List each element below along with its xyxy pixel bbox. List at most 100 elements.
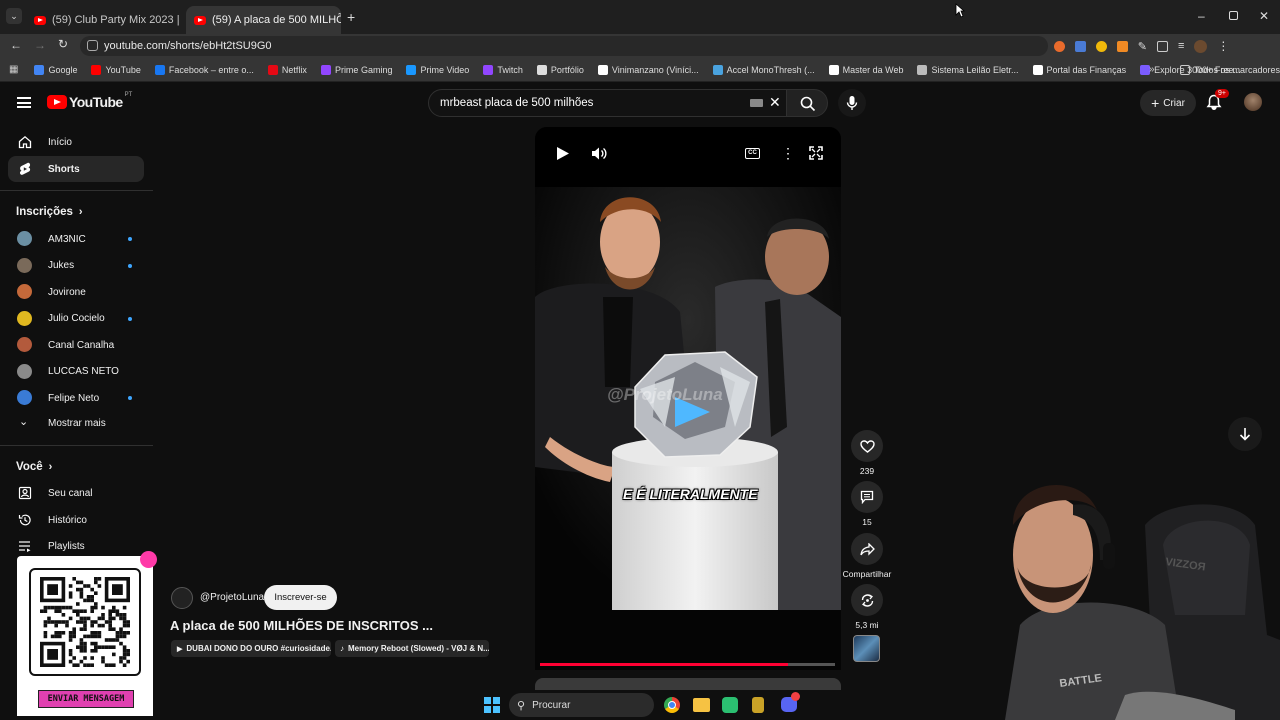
sidebar-item-home[interactable]: Início: [8, 129, 144, 155]
sidebar-subscription-item[interactable]: Jovirone: [8, 279, 144, 305]
heart-icon: [859, 439, 875, 453]
tab-list-button[interactable]: ⌄: [6, 8, 22, 24]
reload-icon[interactable]: ↻: [58, 37, 68, 51]
notifications-button[interactable]: 9+: [1206, 89, 1229, 116]
all-bookmarks[interactable]: Todos os marcadores: [1180, 64, 1280, 75]
sidebar-subscription-item[interactable]: LUCCAS NETO: [8, 359, 144, 385]
bookmark-item[interactable]: Prime Video: [406, 64, 469, 75]
app-taskbar-icon-yellow[interactable]: [752, 697, 764, 713]
minimize-button[interactable]: –: [1198, 9, 1205, 23]
next-video-button[interactable]: [1228, 417, 1262, 451]
voice-search-button[interactable]: [838, 89, 866, 117]
pen-icon[interactable]: ✎: [1138, 40, 1147, 53]
extension-icon-4[interactable]: [1116, 40, 1128, 52]
search-button[interactable]: [786, 89, 828, 117]
extension-icon-3[interactable]: [1095, 40, 1107, 52]
youtube-logo[interactable]: YouTube PT: [47, 92, 132, 110]
address-bar[interactable]: youtube.com/shorts/ebHt2tSU9G0: [80, 36, 1048, 56]
bookmark-favicon-icon: [917, 64, 928, 75]
file-explorer-taskbar-icon[interactable]: [693, 698, 710, 712]
bookmark-item[interactable]: Netflix: [267, 64, 307, 75]
remix-button[interactable]: [851, 584, 883, 616]
captions-button[interactable]: CC: [745, 148, 760, 159]
channel-avatar: [17, 284, 32, 299]
play-button[interactable]: [556, 146, 570, 166]
subscriptions-header[interactable]: Inscrições ›: [16, 206, 83, 218]
sidebar-item-history[interactable]: Histórico: [8, 507, 144, 533]
bookmark-item[interactable]: Google: [34, 64, 77, 75]
more-options-button[interactable]: ⋮: [781, 145, 795, 162]
hamburger-menu-icon[interactable]: [17, 97, 31, 108]
sidebar-subscription-item[interactable]: AM3NIC: [8, 226, 144, 252]
bookmark-item[interactable]: Twitch: [483, 64, 523, 75]
new-tab-button[interactable]: +: [347, 9, 355, 25]
browser-tab-1[interactable]: (59) Club Party Mix 2023 | Mas ✕: [26, 6, 182, 34]
app-taskbar-icon-green[interactable]: [722, 697, 738, 713]
short-title[interactable]: A placa de 500 MILHÕES DE INSCRITOS ...: [170, 618, 433, 633]
search-input[interactable]: mrbeast placa de 500 milhões ✕: [428, 89, 825, 117]
share-button[interactable]: [851, 533, 883, 565]
sidebar-subscription-item[interactable]: Julio Cocielo: [8, 306, 144, 332]
comment-action[interactable]: 15: [850, 481, 884, 527]
comment-button[interactable]: [851, 481, 883, 513]
sidebar-subscription-item[interactable]: Jukes: [8, 253, 144, 279]
maximize-button[interactable]: [1229, 11, 1238, 20]
next-short-preview[interactable]: [535, 678, 841, 690]
remix-action[interactable]: 5,3 mi: [850, 584, 884, 630]
bookmark-item[interactable]: Prime Gaming: [320, 64, 392, 75]
channel-name[interactable]: @ProjetoLuna: [200, 592, 264, 603]
forward-icon[interactable]: →: [34, 38, 46, 52]
music-chip[interactable]: ♪ Memory Reboot (Slowed) - VØJ & N...: [335, 640, 489, 657]
bookmark-item[interactable]: Accel MonoThresh (...: [712, 64, 815, 75]
create-button[interactable]: + Criar: [1140, 90, 1196, 116]
subscribe-button[interactable]: Inscrever-se: [264, 585, 337, 610]
bookmark-item[interactable]: Sistema Leilão Eletr...: [917, 64, 1019, 75]
bookmark-item[interactable]: Portfólio: [536, 64, 584, 75]
send-message-label: ENVIAR MENSAGEM: [47, 694, 125, 704]
media-icon[interactable]: ≡: [1178, 40, 1184, 52]
apps-grid-icon[interactable]: ▦: [9, 64, 18, 75]
like-button[interactable]: [851, 430, 883, 462]
more-bookmarks-icon[interactable]: »: [1149, 64, 1155, 75]
extension-icon-1[interactable]: [1053, 40, 1065, 52]
extension-icon-2[interactable]: [1074, 40, 1086, 52]
account-avatar[interactable]: [1244, 93, 1262, 111]
sidebar-subscription-item[interactable]: Canal Canalha: [8, 332, 144, 358]
sidebar-subscription-item[interactable]: Felipe Neto: [8, 385, 144, 411]
sidebar-item-shorts[interactable]: Shorts: [8, 156, 144, 182]
bookmark-item[interactable]: Portal das Finanças: [1032, 64, 1126, 75]
browser-tab-2[interactable]: (59) A placa de 500 MILHÕ ✕: [186, 6, 341, 34]
back-icon[interactable]: ←: [10, 38, 22, 52]
site-info-icon[interactable]: [87, 40, 98, 51]
profile-avatar[interactable]: [1194, 39, 1208, 53]
video-progress-track[interactable]: [540, 663, 835, 666]
shorts-video-player[interactable]: @ProjetoLuna E É LITERALMENTE CC ⋮: [535, 127, 841, 610]
volume-button[interactable]: [591, 146, 607, 166]
share-action[interactable]: Compartilhar: [838, 533, 896, 579]
like-action[interactable]: 239: [850, 430, 884, 476]
send-message-button[interactable]: ENVIAR MENSAGEM: [38, 690, 134, 708]
show-more-button[interactable]: ⌄ Mostrar mais: [8, 410, 144, 436]
video-chip[interactable]: ▶ DUBAI DONO DO OURO #curiosidade...: [171, 640, 331, 657]
bookmark-item[interactable]: Facebook – entre o...: [154, 64, 254, 75]
channel-avatar[interactable]: [171, 587, 193, 609]
close-window-button[interactable]: ✕: [1259, 9, 1269, 23]
bookmark-item[interactable]: Master da Web: [828, 64, 903, 75]
discord-taskbar-icon[interactable]: [781, 692, 800, 712]
channel-avatar: [17, 363, 32, 379]
sidebar-item-your-channel[interactable]: Seu canal: [8, 480, 144, 506]
keyboard-icon[interactable]: [750, 99, 763, 107]
menu-icon[interactable]: ⋮: [1217, 39, 1229, 53]
clear-search-icon[interactable]: ✕: [769, 94, 781, 111]
bookmark-item[interactable]: YouTube: [91, 64, 141, 75]
history-icon: [18, 514, 31, 526]
sound-thumbnail[interactable]: [853, 635, 880, 662]
show-more-label: Mostrar mais: [48, 417, 106, 429]
windows-start-icon[interactable]: [484, 697, 500, 713]
chrome-taskbar-icon[interactable]: [664, 697, 680, 713]
you-header[interactable]: Você ›: [16, 461, 52, 473]
fullscreen-button[interactable]: [809, 146, 823, 165]
puzzle-icon[interactable]: [1156, 40, 1168, 52]
taskbar-search-box[interactable]: ⚲ Procurar: [509, 693, 654, 717]
bookmark-item[interactable]: Vinimanzano (Viníci...: [597, 64, 699, 75]
